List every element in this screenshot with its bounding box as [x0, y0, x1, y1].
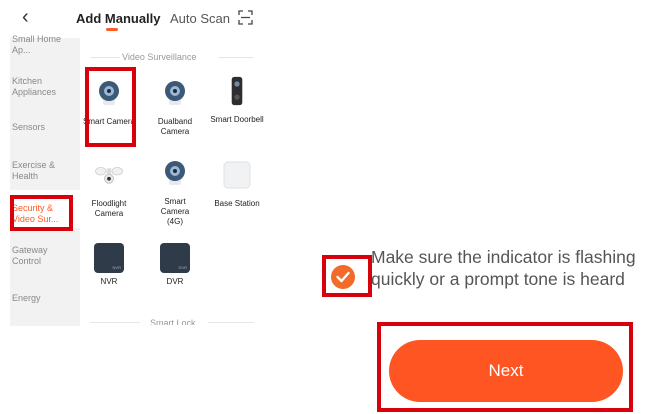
sidebar-item-exercise-health[interactable]: Exercise & Health — [12, 160, 74, 182]
tab-add-manually[interactable]: Add Manually — [76, 11, 161, 26]
sidebar-item-small-home-appliances[interactable]: Small Home Ap... — [12, 34, 74, 56]
active-tab-indicator — [106, 28, 118, 31]
section-title-smart-lock: Smart Lock — [150, 318, 196, 325]
section-divider — [218, 57, 254, 58]
device-label: Base Station — [214, 199, 260, 208]
device-nvr[interactable]: NVR NVR — [79, 243, 139, 287]
floodlight-camera-icon — [95, 167, 123, 184]
device-dualband-camera[interactable]: Dualband Camera — [145, 78, 205, 137]
section-title-video-surveillance: Video Surveillance — [122, 52, 197, 62]
device-label: DVR — [166, 277, 184, 286]
section-divider — [90, 322, 140, 323]
sidebar-item-sensors[interactable]: Sensors — [12, 122, 74, 133]
base-station-icon — [223, 161, 251, 189]
nvr-icon: NVR — [94, 243, 124, 273]
device-label: NVR — [100, 277, 118, 286]
highlight-box-smart-camera — [85, 67, 136, 147]
device-dvr[interactable]: DVR DVR — [145, 243, 205, 287]
device-base-station[interactable]: Base Station — [207, 160, 267, 209]
sidebar-item-gateway-control[interactable]: Gateway Control — [12, 245, 74, 267]
highlight-box-security — [10, 195, 73, 231]
highlight-box-next — [377, 322, 633, 412]
dvr-icon: DVR — [160, 243, 190, 273]
device-smart-camera-4g[interactable]: Smart Camera (4G) — [145, 158, 205, 227]
confirm-message: Make sure the indicator is flashing quic… — [371, 247, 636, 289]
back-button[interactable]: ‹ — [22, 6, 29, 29]
device-label: Floodlight Camera — [91, 199, 127, 218]
device-smart-doorbell[interactable]: Smart Doorbell — [207, 76, 267, 125]
dualband-camera-icon — [165, 81, 185, 105]
device-label: Smart Camera (4G) — [160, 197, 190, 226]
camera-4g-icon — [165, 161, 185, 185]
section-divider — [90, 57, 120, 58]
sidebar-item-energy[interactable]: Energy — [12, 293, 74, 304]
tab-auto-scan[interactable]: Auto Scan — [170, 11, 230, 26]
device-floodlight-camera[interactable]: Floodlight Camera — [79, 160, 139, 219]
doorbell-icon — [231, 76, 243, 106]
section-divider — [208, 322, 254, 323]
sidebar-item-kitchen-appliances[interactable]: Kitchen Appliances — [12, 76, 74, 98]
scan-icon — [238, 10, 253, 25]
highlight-box-checkbox — [322, 255, 372, 297]
device-label: Dualband Camera — [157, 117, 193, 136]
chevron-left-icon: ‹ — [22, 6, 29, 28]
scan-button[interactable] — [238, 10, 253, 25]
device-label: Smart Doorbell — [210, 115, 264, 124]
